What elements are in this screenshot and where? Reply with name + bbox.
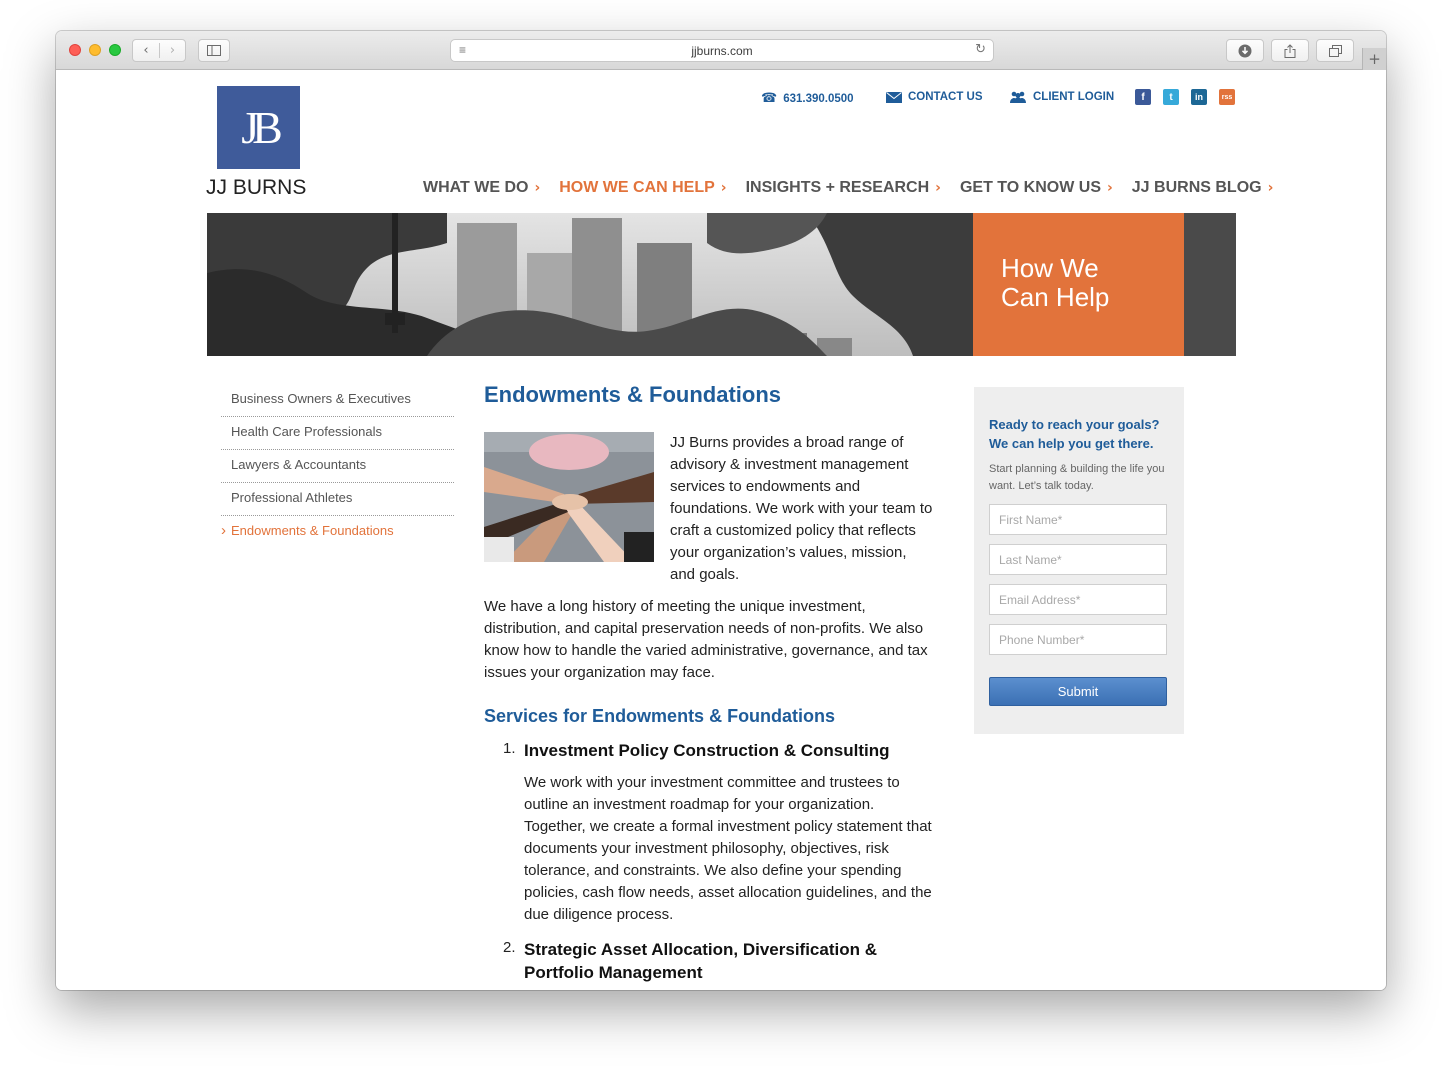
email-field[interactable]: Email Address* <box>989 584 1167 615</box>
nav-get-to-know-us[interactable]: GET TO KNOW US › <box>960 179 1113 197</box>
form-subtext: Start planning & building the life you w… <box>989 463 1165 492</box>
chevron-right-icon: › <box>1267 180 1274 196</box>
main-content: Endowments & Foundations JJ Burns provid… <box>484 382 934 984</box>
browser-window: ‹ › ≡ jjburns.com ↻ + JB JJ BURNS ☎ 631.… <box>56 31 1386 990</box>
service-title: Investment Policy Construction & Consult… <box>524 741 890 760</box>
sidebar-icon <box>207 45 221 56</box>
zoom-window-button[interactable] <box>109 44 121 56</box>
phone-link[interactable]: ☎ 631.390.0500 <box>761 91 854 106</box>
banner-title: How We Can Help <box>973 213 1184 356</box>
chevron-right-icon: › <box>534 180 541 196</box>
client-login-label: CLIENT LOGIN <box>1033 91 1115 103</box>
nav-what-we-do[interactable]: WHAT WE DO › <box>423 179 540 197</box>
address-bar[interactable]: ≡ jjburns.com ↻ <box>450 39 994 62</box>
nav-label: JJ BURNS BLOG <box>1131 179 1262 196</box>
downloads-button[interactable] <box>1226 39 1264 62</box>
nav-jj-burns-blog[interactable]: JJ BURNS BLOG › <box>1132 179 1274 197</box>
new-tab-button[interactable]: + <box>1362 48 1386 70</box>
reload-icon[interactable]: ↻ <box>975 42 986 57</box>
phone-number: 631.390.0500 <box>783 92 854 105</box>
web-page: JB JJ BURNS ☎ 631.390.0500 CONTACT US CL… <box>56 71 1386 990</box>
chevron-right-icon: › <box>935 180 941 196</box>
services-heading: Services for Endowments & Foundations <box>484 706 836 726</box>
url-text: jjburns.com <box>691 43 753 58</box>
service-number: 1. <box>503 740 516 757</box>
people-icon <box>1010 91 1026 103</box>
service-number: 2. <box>503 939 516 956</box>
tabs-icon <box>1328 44 1342 57</box>
banner-title-line2: Can Help <box>1001 282 1110 312</box>
form-heading-line2: We can help you get there. <box>989 436 1154 451</box>
contact-us-label: CONTACT US <box>908 91 983 103</box>
contact-form-panel: Ready to reach your goals? We can help y… <box>974 387 1184 734</box>
logo-monogram: JB <box>241 102 283 153</box>
history-paragraph: We have a long history of meeting the un… <box>484 598 928 681</box>
subnav-business-owners[interactable]: Business Owners & Executives <box>221 384 454 417</box>
intro-text: JJ Burns provides a broad range of advis… <box>670 434 933 583</box>
sidebar-toggle-button[interactable] <box>198 39 230 62</box>
reader-icon[interactable]: ≡ <box>459 43 466 57</box>
service-title: Strategic Asset Allocation, Diversificat… <box>524 940 877 982</box>
nav-label: GET TO KNOW US <box>959 179 1101 196</box>
nav-insights-research[interactable]: INSIGHTS + RESEARCH › <box>746 179 941 197</box>
linkedin-icon[interactable]: in <box>1191 89 1207 105</box>
logo[interactable]: JB <box>217 86 300 169</box>
service-item: 1. Investment Policy Construction & Cons… <box>484 739 934 926</box>
form-heading-line1: Ready to reach your goals? <box>989 417 1160 432</box>
section-subnav: Business Owners & Executives Health Care… <box>221 384 454 549</box>
form-heading: Ready to reach your goals? We can help y… <box>989 415 1169 453</box>
history-nav-group: ‹ › <box>132 39 186 62</box>
first-name-field[interactable]: First Name* <box>989 504 1167 535</box>
subnav-professional-athletes[interactable]: Professional Athletes <box>221 483 454 516</box>
nav-label: HOW WE CAN HELP <box>559 179 715 196</box>
nav-how-we-can-help[interactable]: HOW WE CAN HELP › <box>559 179 726 197</box>
minimize-window-button[interactable] <box>89 44 101 56</box>
team-hands-photo <box>484 432 654 562</box>
phone-icon: ☎ <box>761 91 778 106</box>
share-button[interactable] <box>1271 39 1309 62</box>
nav-label: WHAT WE DO <box>423 179 529 196</box>
close-window-button[interactable] <box>69 44 81 56</box>
stacked-hands-image <box>484 432 654 562</box>
last-name-field[interactable]: Last Name* <box>989 544 1167 575</box>
hero-banner: How We Can Help <box>207 213 1236 356</box>
back-button[interactable]: ‹ <box>133 43 159 58</box>
phone-field[interactable]: Phone Number* <box>989 624 1167 655</box>
twitter-icon[interactable]: t <box>1163 89 1179 105</box>
forward-button[interactable]: › <box>158 43 185 58</box>
page-title: Endowments & Foundations <box>484 382 781 407</box>
envelope-icon <box>886 91 902 103</box>
nav-label: INSIGHTS + RESEARCH <box>745 179 930 196</box>
share-icon <box>1284 43 1296 58</box>
service-description: We work with your investment committee a… <box>524 774 932 923</box>
subnav-health-care[interactable]: Health Care Professionals <box>221 417 454 450</box>
download-icon <box>1238 44 1252 57</box>
contact-us-link[interactable]: CONTACT US <box>886 91 983 103</box>
intro-block: JJ Burns provides a broad range of advis… <box>484 432 934 586</box>
logo-wordmark[interactable]: JJ BURNS <box>206 176 306 200</box>
browser-toolbar: ‹ › ≡ jjburns.com ↻ + <box>56 31 1386 70</box>
submit-button[interactable]: Submit <box>989 677 1167 706</box>
chevron-right-icon: › <box>1107 180 1113 196</box>
show-tabs-button[interactable] <box>1316 39 1354 62</box>
service-item: 2. Strategic Asset Allocation, Diversifi… <box>484 938 934 984</box>
facebook-icon[interactable]: f <box>1135 89 1151 105</box>
chevron-right-icon: › <box>720 180 727 196</box>
subnav-endowments-foundations[interactable]: Endowments & Foundations <box>221 516 454 549</box>
main-nav: WHAT WE DO › HOW WE CAN HELP › INSIGHTS … <box>423 179 1273 197</box>
subnav-lawyers-accountants[interactable]: Lawyers & Accountants <box>221 450 454 483</box>
client-login-link[interactable]: CLIENT LOGIN <box>1009 91 1114 103</box>
banner-title-line1: How We <box>1001 253 1099 283</box>
rss-icon[interactable]: rss <box>1219 89 1235 105</box>
